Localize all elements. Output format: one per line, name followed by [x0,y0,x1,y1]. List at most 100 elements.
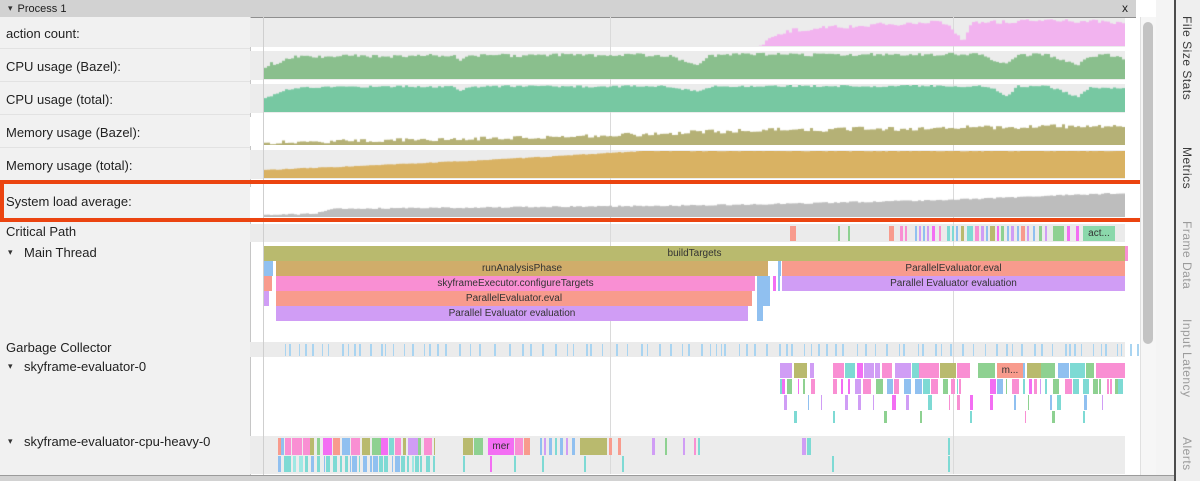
trace-slice[interactable] [1052,344,1053,356]
trace-slice[interactable] [886,344,888,356]
trace-slice[interactable] [424,438,432,455]
trace-slice[interactable] [1040,379,1041,394]
trace-slice[interactable] [1067,226,1070,241]
trace-slice[interactable] [1011,226,1014,241]
trace-slice[interactable] [957,363,970,378]
trace-slice[interactable] [310,438,314,455]
trace-slice[interactable] [389,438,394,455]
trace-slice[interactable] [555,438,557,455]
trace-slice[interactable] [355,456,357,472]
trace-slice[interactable] [912,363,919,378]
trace-slice[interactable] [1117,344,1118,356]
collapse-arrow-icon[interactable]: ▾ [8,3,13,14]
trace-slice[interactable] [791,344,793,356]
trace-slice[interactable] [1017,226,1019,241]
trace-slice[interactable] [292,438,302,455]
trace-slice[interactable] [264,291,269,306]
trace-slice[interactable] [1053,379,1059,394]
trace-slice[interactable] [1121,344,1122,356]
trace-slice[interactable] [584,456,586,472]
collapse-arrow-icon[interactable]: ▾ [8,361,18,372]
trace-slice[interactable] [1083,379,1089,394]
trace-slice[interactable] [370,456,372,472]
trace-slice[interactable] [857,363,863,378]
trace-slice[interactable] [855,379,861,394]
track-label[interactable]: ▾skyframe-evaluator-0 [0,357,250,375]
trace-slice[interactable] [322,344,323,356]
trace-slice[interactable] [622,456,624,472]
counter-chart-cpu-usage--total-[interactable] [264,85,1125,112]
trace-slice[interactable] [683,438,685,455]
trace-slice[interactable] [873,395,874,410]
trace-slice[interactable] [981,226,984,241]
track-label[interactable]: CPU usage (Bazel): [0,51,250,82]
trace-slice[interactable] [647,344,648,356]
trace-slice[interactable] [1050,395,1052,410]
trace-slice[interactable] [1039,226,1042,241]
trace-slice[interactable] [997,379,1003,394]
trace-slice[interactable] [948,438,950,455]
trace-slice[interactable] [900,226,903,241]
trace-slice[interactable] [393,344,394,356]
trace-slice[interactable] [350,456,351,472]
trace-slice[interactable] [381,438,388,455]
trace-slice-buildtargets[interactable]: buildTargets [264,246,1125,261]
trace-slice[interactable] [395,438,401,455]
trace-slice[interactable] [567,344,568,356]
trace-slice[interactable] [1057,395,1061,410]
tab-input-latency[interactable]: Input Latency [1180,319,1194,398]
trace-slice[interactable] [616,344,618,356]
trace-slice[interactable] [540,438,542,455]
trace-slice[interactable] [682,344,683,356]
trace-slice[interactable] [424,344,425,356]
trace-slice[interactable] [345,456,348,472]
trace-slice[interactable] [429,344,431,356]
trace-slice[interactable] [1081,344,1082,356]
trace-slice[interactable] [479,344,481,356]
track-label[interactable]: Garbage Collector [0,338,250,356]
trace-slice[interactable] [494,344,496,356]
trace-slice[interactable] [794,411,797,423]
trace-slice[interactable] [739,344,740,356]
trace-slice[interactable] [802,438,806,455]
trace-slice[interactable] [299,456,303,472]
trace-slice[interactable] [285,344,286,356]
trace-slice[interactable] [566,438,568,455]
trace-slice[interactable] [903,344,905,356]
trace-slice[interactable] [618,438,621,455]
trace-slice[interactable] [920,411,922,423]
trace-slice[interactable] [524,438,530,455]
trace-slice[interactable] [811,379,815,394]
trace-slice[interactable] [1093,379,1098,394]
trace-slice[interactable] [549,438,552,455]
trace-slice[interactable] [403,438,406,455]
trace-slice[interactable] [1105,344,1107,356]
trace-slice[interactable] [990,226,995,241]
trace-slice[interactable] [333,456,337,472]
trace-slice[interactable] [1045,379,1047,394]
trace-slice[interactable] [1125,246,1128,261]
trace-slice[interactable] [1029,379,1032,394]
trace-slice[interactable] [1034,344,1036,356]
trace-slice[interactable] [370,344,372,356]
trace-slice[interactable] [948,456,950,472]
trace-slice[interactable] [798,379,799,394]
trace-slice[interactable] [957,379,958,394]
trace-slice[interactable] [1065,379,1072,394]
track-label[interactable]: Critical Path [0,221,250,242]
trace-slice[interactable] [281,438,284,455]
process-header[interactable]: ▾ Process 1 x [0,0,1136,18]
trace-slice[interactable] [404,344,405,356]
trace-slice[interactable] [892,395,896,410]
trace-slice[interactable] [838,226,840,241]
trace-slice[interactable] [354,344,356,356]
trace-slice[interactable] [323,438,332,455]
trace-slice[interactable] [1053,226,1064,241]
trace-slice[interactable] [905,226,907,241]
trace-slice[interactable] [1084,395,1087,410]
track-label[interactable]: action count: [0,18,250,49]
trace-slice[interactable] [1137,344,1139,356]
trace-slice[interactable] [328,344,329,356]
trace-slice[interactable] [941,344,942,356]
trace-slice[interactable] [1113,363,1125,378]
